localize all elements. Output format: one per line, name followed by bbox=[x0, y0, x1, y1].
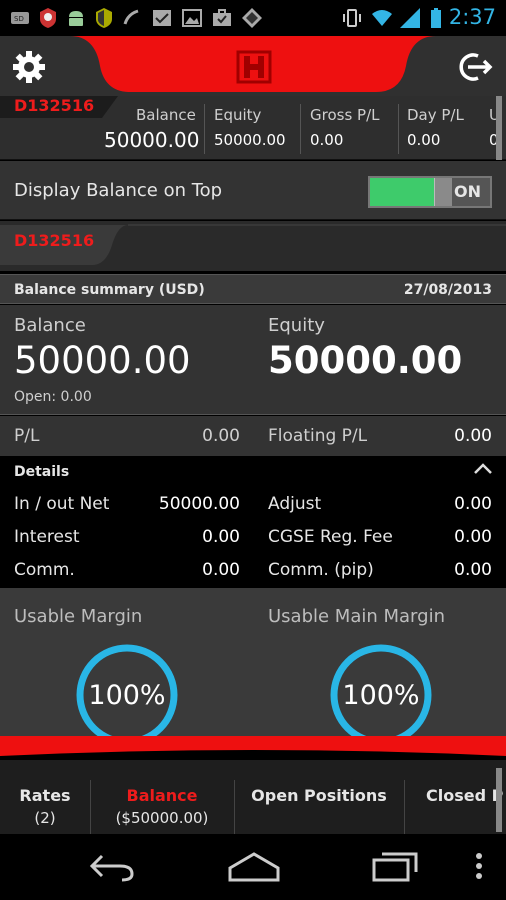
detail-value: 50000.00 bbox=[158, 494, 240, 514]
toggle-grip bbox=[434, 178, 452, 206]
detail-value: 0.00 bbox=[454, 527, 492, 547]
details-section: Details In / out Net 50000.00 Interest 0… bbox=[0, 456, 506, 588]
strip-day-pl-value: 0.00 bbox=[407, 131, 441, 149]
summary-date: 27/08/2013 bbox=[403, 282, 492, 298]
battery-icon bbox=[431, 8, 441, 28]
account-id: D132516 bbox=[14, 96, 95, 115]
open-value: Open: 0.00 bbox=[14, 389, 92, 405]
vpn-shield-icon bbox=[96, 8, 112, 28]
detail-label: Adjust bbox=[268, 494, 322, 514]
toggle-on-fill bbox=[370, 178, 434, 206]
tab-balance[interactable]: Balance ($50000.00) bbox=[96, 786, 228, 827]
floating-pl-label: Floating P/L bbox=[268, 426, 368, 446]
divider bbox=[398, 104, 399, 154]
balance-summary-header: Balance summary (USD) 27/08/2013 bbox=[0, 274, 506, 304]
image-icon bbox=[182, 9, 202, 27]
strip-gross-pl-value: 0.00 bbox=[310, 131, 344, 149]
tab-separator bbox=[234, 780, 235, 834]
chevron-up-icon[interactable] bbox=[472, 460, 494, 476]
detail-label: Interest bbox=[14, 527, 80, 547]
usable-margin-value: 100% bbox=[88, 680, 166, 711]
back-icon[interactable] bbox=[86, 850, 138, 882]
strip-balance-value: 50000.00 bbox=[104, 128, 200, 152]
tab-closed-positions[interactable]: Closed P bbox=[410, 786, 506, 805]
tab-closed-positions-label: Closed P bbox=[426, 786, 504, 805]
detail-value: 0.00 bbox=[202, 560, 240, 580]
tab-balance-sub: ($50000.00) bbox=[115, 809, 209, 827]
briefcase-icon bbox=[213, 9, 231, 26]
strip-day-pl-label: Day P/L bbox=[407, 106, 464, 124]
strip-scroll-indicator bbox=[496, 96, 502, 160]
strip-equity-value: 50000.00 bbox=[214, 131, 286, 149]
tab-rates-sub: (2) bbox=[34, 809, 56, 827]
pl-label: P/L bbox=[14, 426, 40, 446]
checklist-icon bbox=[153, 10, 171, 26]
equity-value: 50000.00 bbox=[268, 339, 463, 382]
floating-pl-value: 0.00 bbox=[454, 426, 492, 446]
pl-row: P/L 0.00 Floating P/L 0.00 bbox=[0, 416, 506, 456]
gear-icon[interactable] bbox=[12, 50, 46, 84]
equity-label: Equity bbox=[268, 315, 325, 336]
status-bar: SD 2:37 bbox=[0, 0, 506, 36]
tab-balance-label: Balance bbox=[126, 786, 198, 805]
system-nav-bar bbox=[0, 834, 506, 900]
divider bbox=[300, 104, 301, 154]
detail-label: Comm. (pip) bbox=[268, 560, 374, 580]
clock: 2:37 bbox=[448, 5, 496, 29]
strip-gross-pl-label: Gross P/L bbox=[310, 106, 380, 124]
strip-balance-label: Balance bbox=[136, 106, 196, 124]
summary-title: Balance summary (USD) bbox=[14, 282, 205, 298]
bottom-tab-bar: Rates (2) Balance ($50000.00) Open Posit… bbox=[0, 760, 506, 834]
summary-currency: USD bbox=[165, 282, 199, 298]
balance-equity-block: Balance 50000.00 Open: 0.00 Equity 50000… bbox=[0, 305, 506, 415]
account-section-header: D132516 bbox=[0, 221, 506, 271]
home-icon[interactable] bbox=[226, 850, 282, 882]
detail-value: 0.00 bbox=[454, 560, 492, 580]
tab-rates-label: Rates bbox=[19, 786, 71, 805]
display-balance-label: Display Balance on Top bbox=[14, 180, 223, 201]
tab-separator bbox=[90, 780, 91, 834]
tab-rates[interactable]: Rates (2) bbox=[10, 786, 80, 827]
details-header: Details bbox=[14, 464, 70, 480]
usable-main-margin-label: Usable Main Margin bbox=[268, 606, 445, 627]
tabs-scroll-indicator bbox=[496, 768, 502, 832]
detail-value: 0.00 bbox=[202, 527, 240, 547]
usable-main-margin-value: 100% bbox=[342, 680, 420, 711]
detail-value: 0.00 bbox=[454, 494, 492, 514]
display-balance-toggle[interactable]: ON bbox=[368, 176, 492, 208]
balance-value: 50000.00 bbox=[14, 339, 191, 382]
tab-open-positions[interactable]: Open Positions bbox=[240, 786, 398, 805]
vibrate-icon bbox=[343, 9, 361, 27]
app-header bbox=[0, 36, 506, 96]
usable-margin-label: Usable Margin bbox=[14, 606, 143, 627]
logout-icon[interactable] bbox=[456, 50, 494, 84]
divider bbox=[204, 104, 205, 154]
android-icon bbox=[69, 11, 83, 26]
account-section-id: D132516 bbox=[14, 231, 95, 250]
missed-call-icon bbox=[123, 9, 139, 25]
tab-open-positions-label: Open Positions bbox=[251, 786, 387, 805]
wifi-icon bbox=[372, 10, 392, 26]
signal-icon bbox=[400, 8, 420, 28]
detail-label: In / out Net bbox=[14, 494, 110, 514]
toggle-state-text: ON bbox=[454, 182, 481, 201]
overflow-menu-icon[interactable] bbox=[474, 850, 484, 882]
sd-card-icon: SD bbox=[11, 12, 29, 24]
recents-icon[interactable] bbox=[370, 850, 422, 882]
pl-value: 0.00 bbox=[202, 426, 240, 446]
h-logo-icon bbox=[236, 50, 272, 84]
shield-badge-icon bbox=[40, 8, 56, 28]
svg-text:SD: SD bbox=[14, 15, 24, 23]
margin-section: Usable Margin Usable Main Margin 100% 10… bbox=[0, 588, 506, 746]
balance-label: Balance bbox=[14, 315, 86, 336]
detail-label: Comm. bbox=[14, 560, 75, 580]
strip-equity-label: Equity bbox=[214, 106, 262, 124]
summary-title-suffix: ) bbox=[198, 282, 205, 298]
detail-label: CGSE Reg. Fee bbox=[268, 527, 393, 547]
tab-separator bbox=[404, 780, 405, 834]
summary-title-prefix: Balance summary ( bbox=[14, 282, 166, 298]
network-diamond-icon bbox=[242, 8, 262, 28]
